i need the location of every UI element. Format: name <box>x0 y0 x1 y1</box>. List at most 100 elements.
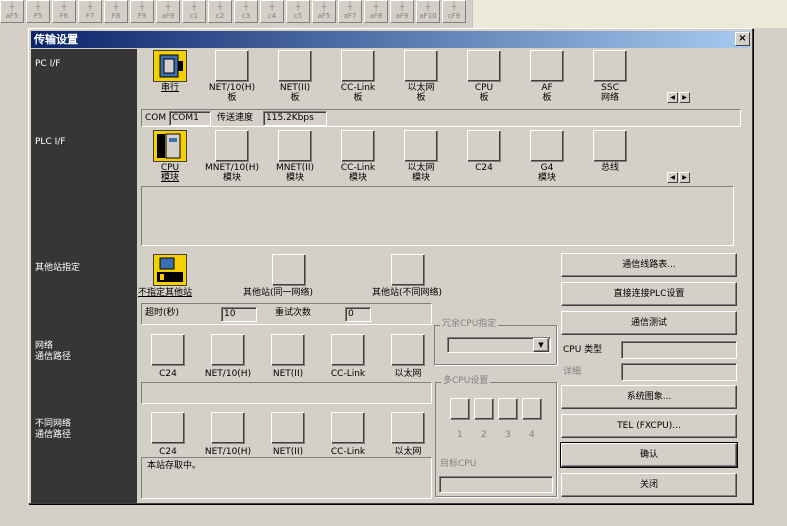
toolbar-glyph-icon: ┼ <box>139 2 145 11</box>
toolbar-glyph-icon: ┼ <box>191 2 197 11</box>
diff-route-c24-icon[interactable] <box>151 412 185 444</box>
timeout-field[interactable]: 10 <box>221 307 257 322</box>
toolbar-button-12[interactable]: ┼ aF5 <box>312 0 336 23</box>
no-other-station-icon[interactable] <box>153 254 187 286</box>
plc-if-label-2: MNET(II) 模块 <box>275 163 314 183</box>
toolbar-button-7[interactable]: ┼ c1 <box>182 0 206 23</box>
toolbar-glyph-icon: ┼ <box>269 2 275 11</box>
toolbar-glyph-icon: ┼ <box>321 2 327 11</box>
toolbar-button-11[interactable]: ┼ c5 <box>286 0 310 23</box>
cpu-module-icon[interactable] <box>153 130 187 162</box>
dropdown-arrow-icon[interactable]: ▼ <box>533 338 549 352</box>
toolbar-button-label: aF5 <box>5 12 19 20</box>
toolbar-button-17[interactable]: ┼ cF9 <box>442 0 466 23</box>
toolbar-button-6[interactable]: ┼ aF9 <box>156 0 180 23</box>
toolbar-glyph-icon: ┼ <box>165 2 171 11</box>
toolbar-glyph-icon: ┼ <box>35 2 41 11</box>
other-station-label-1: 其他站(同一网络) <box>243 288 314 298</box>
diff-route-net2-icon[interactable] <box>271 412 305 444</box>
other-station-diff-network-icon[interactable] <box>391 254 425 286</box>
serial-port-icon[interactable] <box>153 50 187 82</box>
ok-button[interactable]: 确认 <box>560 442 738 468</box>
dialog-title: 传输设置 <box>34 33 78 46</box>
route-ethernet-icon[interactable] <box>391 334 425 366</box>
toolbar-button-8[interactable]: ┼ c2 <box>208 0 232 23</box>
toolbar-button-label: aF10 <box>419 12 437 20</box>
section-label-pc-if: PC I/F <box>35 59 61 69</box>
pc-if-label-0: 串行 <box>160 83 179 93</box>
toolbar-button-label: F7 <box>85 12 95 20</box>
bus-icon[interactable] <box>593 130 627 162</box>
multi-cpu-cell-3[interactable] <box>498 398 518 420</box>
multi-cpu-cell-2[interactable] <box>474 398 494 420</box>
multi-cpu-num-2: 2 <box>481 430 487 440</box>
comm-test-button[interactable]: 通信测试 <box>561 311 737 335</box>
diff-route-cclink-icon[interactable] <box>331 412 365 444</box>
plc-scroll-right-icon[interactable]: ▶ <box>679 172 690 183</box>
toolbar-button-5[interactable]: ┼ F9 <box>130 0 154 23</box>
plc-if-label-5: C24 <box>475 163 493 173</box>
retry-field[interactable]: 0 <box>345 307 371 322</box>
g4-module-icon[interactable] <box>530 130 564 162</box>
multi-cpu-num-4: 4 <box>529 430 535 440</box>
plc-detail-panel <box>141 186 734 246</box>
toolbar-button-16[interactable]: ┼ aF10 <box>416 0 440 23</box>
system-image-button[interactable]: 系统图象... <box>561 385 737 409</box>
toolbar-button-4[interactable]: ┼ F8 <box>104 0 128 23</box>
toolbar-button-label: c5 <box>293 12 303 20</box>
cpu-board-icon[interactable] <box>467 50 501 82</box>
section-label-network-route: 网络 通信路径 <box>35 341 72 362</box>
section-label-other-station: 其他站指定 <box>35 263 81 273</box>
target-cpu-label: 目标CPU <box>440 459 477 469</box>
c24-module-icon[interactable] <box>467 130 501 162</box>
close-icon[interactable]: × <box>735 32 750 46</box>
toolbar-button-14[interactable]: ┼ aF8 <box>364 0 388 23</box>
diff-route-net10h-icon[interactable] <box>211 412 245 444</box>
pc-if-label-3: CC-Link 板 <box>340 83 376 103</box>
net10h-board-icon[interactable] <box>215 50 249 82</box>
cclink-board-icon[interactable] <box>341 50 375 82</box>
speed-field[interactable]: 115.2Kbps <box>263 111 327 126</box>
toolbar-button-13[interactable]: ┼ aF7 <box>338 0 362 23</box>
toolbar-button-9[interactable]: ┼ c3 <box>234 0 258 23</box>
toolbar-button-10[interactable]: ┼ c4 <box>260 0 284 23</box>
com-label: COM <box>145 113 167 123</box>
diff-route-ethernet-icon[interactable] <box>391 412 425 444</box>
multi-cpu-cell-1[interactable] <box>450 398 470 420</box>
plc-scroll-left-icon[interactable]: ◀ <box>667 172 678 183</box>
mnet10h-module-icon[interactable] <box>215 130 249 162</box>
toolbar-button-1[interactable]: ┼ F5 <box>26 0 50 23</box>
toolbar-button-15[interactable]: ┼ aF9 <box>390 0 414 23</box>
scroll-right-icon[interactable]: ▶ <box>679 92 690 103</box>
close-button[interactable]: 关闭 <box>561 473 737 497</box>
net2-board-icon[interactable] <box>278 50 312 82</box>
route-net10h-icon[interactable] <box>211 334 245 366</box>
af-board-icon[interactable] <box>530 50 564 82</box>
toolbar-button-3[interactable]: ┼ F7 <box>78 0 102 23</box>
tel-fxcpu-button[interactable]: TEL (FXCPU)... <box>561 414 737 438</box>
ethernet-module-icon[interactable] <box>404 130 438 162</box>
route-table-button[interactable]: 通信线路表... <box>561 253 737 277</box>
scroll-left-icon[interactable]: ◀ <box>667 92 678 103</box>
route-net2-icon[interactable] <box>271 334 305 366</box>
toolbar-glyph-icon: ┼ <box>451 2 457 11</box>
toolbar-button-label: aF8 <box>369 12 383 20</box>
ssc-network-icon[interactable] <box>593 50 627 82</box>
com-port-field[interactable]: COM1 <box>169 111 211 126</box>
plc-if-label-1: MNET/10(H) 模块 <box>205 163 259 183</box>
direct-plc-button[interactable]: 直接连接PLC设置 <box>561 282 737 306</box>
ethernet-board-icon[interactable] <box>404 50 438 82</box>
route-c24-icon[interactable] <box>151 334 185 366</box>
toolbar-button-label: F8 <box>111 12 121 20</box>
toolbar-button-0[interactable]: ┼ aF5 <box>0 0 24 23</box>
cclink-module-icon[interactable] <box>341 130 375 162</box>
route-label-4: 以太网 <box>394 369 422 379</box>
multi-cpu-cell-4[interactable] <box>522 398 542 420</box>
route-cclink-icon[interactable] <box>331 334 365 366</box>
target-cpu-field[interactable] <box>439 476 553 493</box>
other-station-same-network-icon[interactable] <box>272 254 306 286</box>
redundant-cpu-title: 冗余CPU指定 <box>440 319 499 330</box>
mnet2-module-icon[interactable] <box>278 130 312 162</box>
toolbar-button-2[interactable]: ┼ F6 <box>52 0 76 23</box>
dialog-titlebar: 传输设置 × <box>31 31 750 48</box>
